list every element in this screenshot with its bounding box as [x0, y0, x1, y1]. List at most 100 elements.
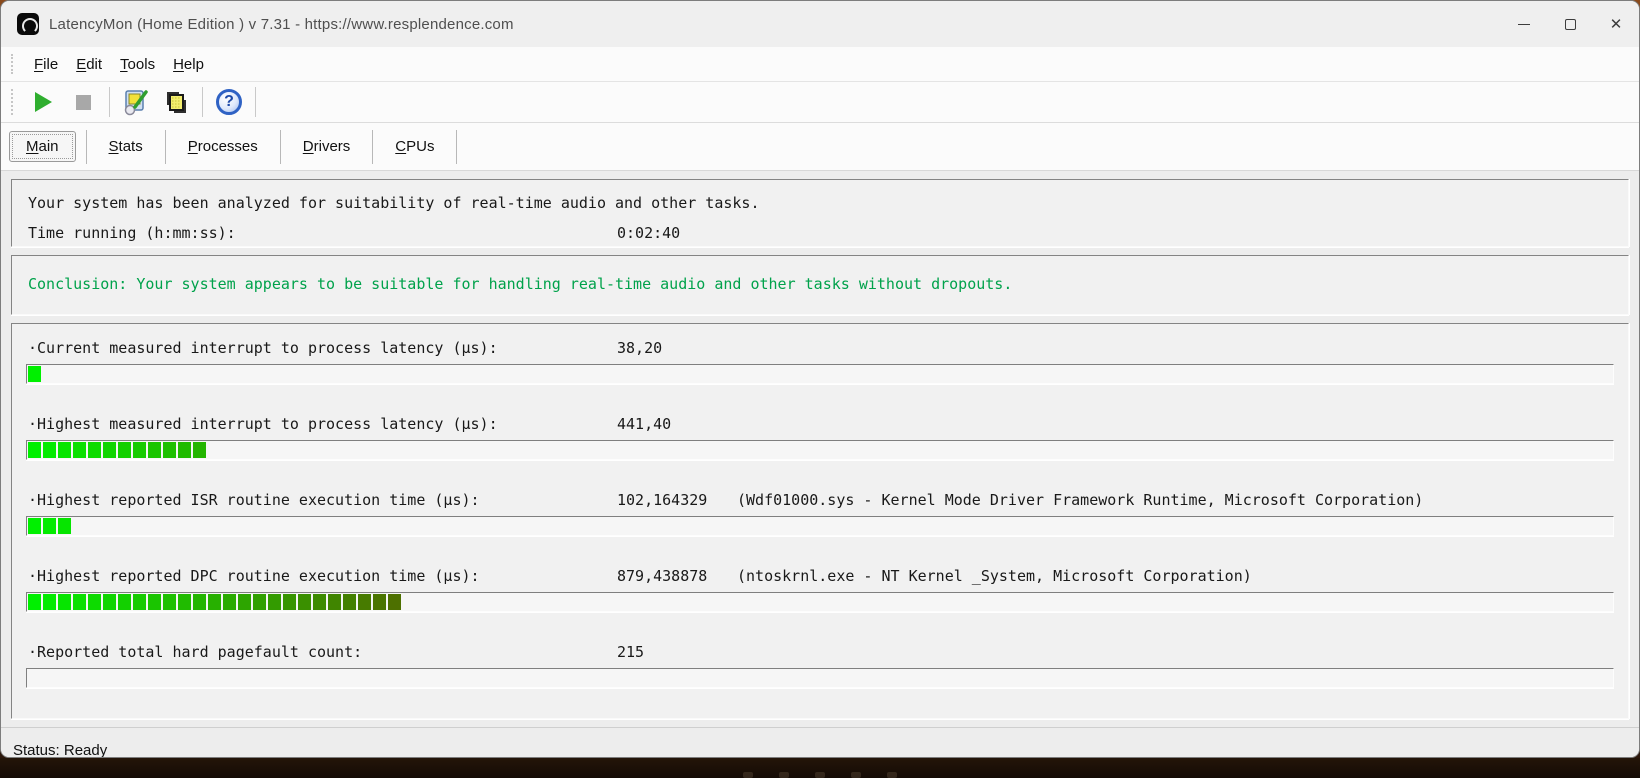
bar-segment	[73, 594, 86, 610]
options-icon	[124, 90, 148, 116]
bar-segment	[133, 442, 146, 458]
taskbar-icon	[743, 772, 753, 778]
analysis-panel: Your system has been analyzed for suitab…	[11, 179, 1629, 247]
tab-separator	[164, 129, 166, 164]
copy-pages-icon	[167, 92, 186, 113]
taskbar-icon	[815, 772, 825, 778]
bar-segment	[28, 442, 41, 458]
measurement-label: ·Reported total hard pagefault count:	[28, 643, 363, 661]
measurement-row: ·Highest reported DPC routine execution …	[26, 564, 1614, 612]
bar-segment	[208, 594, 221, 610]
bar-segment	[43, 518, 56, 534]
bar-segment	[178, 442, 191, 458]
help-icon: ?	[216, 89, 242, 115]
taskbar-icon	[887, 772, 897, 778]
measurement-value: 441,40	[617, 415, 672, 433]
tab-stats[interactable]: Stats	[93, 132, 159, 161]
measurement-value: 215	[617, 643, 645, 661]
menu-help[interactable]: Help	[164, 52, 213, 77]
window-title: LatencyMon (Home Edition ) v 7.31 - http…	[49, 15, 514, 33]
menu-bar: File Edit Tools Help	[1, 47, 1639, 81]
analysis-text: Your system has been analyzed for suitab…	[28, 194, 760, 212]
bar-segment	[73, 442, 86, 458]
measurement-bar	[26, 668, 1614, 688]
tab-separator	[372, 129, 374, 164]
measurement-label: ·Highest reported ISR routine execution …	[28, 491, 480, 509]
measurements-panel: ·Current measured interrupt to process l…	[11, 323, 1629, 719]
bar-segment	[58, 594, 71, 610]
bar-segment	[238, 594, 251, 610]
taskbar-icon	[851, 772, 861, 778]
tab-cpus[interactable]: CPUs	[379, 132, 450, 161]
measurement-row: ·Reported total hard pagefault count: 215	[26, 640, 1614, 688]
measurement-row: ·Current measured interrupt to process l…	[26, 336, 1614, 384]
tab-main[interactable]: Main	[9, 131, 76, 162]
measurement-note: (ntoskrnl.exe - NT Kernel _System, Micro…	[737, 567, 1252, 585]
minimize-button[interactable]	[1501, 1, 1547, 47]
bar-segment	[148, 594, 161, 610]
time-running-label: Time running (h:mm:ss):	[28, 224, 236, 242]
bar-segment	[163, 594, 176, 610]
tab-separator	[85, 129, 87, 164]
help-button[interactable]: ?	[209, 85, 249, 119]
minimize-icon	[1518, 23, 1530, 25]
bar-segment	[193, 594, 206, 610]
bar-segment	[118, 442, 131, 458]
bar-segment	[58, 518, 71, 534]
bar-segment	[148, 442, 161, 458]
title-bar: LatencyMon (Home Edition ) v 7.31 - http…	[1, 1, 1639, 47]
measurement-bar	[26, 516, 1614, 536]
latencymon-window: LatencyMon (Home Edition ) v 7.31 - http…	[0, 0, 1640, 758]
tab-separator	[279, 129, 281, 164]
bar-segment	[103, 594, 116, 610]
status-text: Status: Ready	[13, 742, 108, 758]
close-button[interactable]: ✕	[1593, 1, 1639, 47]
tab-strip: Main Stats Processes Drivers CPUs	[1, 123, 1639, 171]
bar-segment	[253, 594, 266, 610]
bar-segment	[328, 594, 341, 610]
bar-segment	[298, 594, 311, 610]
options-button[interactable]	[116, 85, 156, 119]
bar-segment	[118, 594, 131, 610]
toolbar-grip	[11, 89, 13, 115]
bar-segment	[343, 594, 356, 610]
bar-segment	[43, 442, 56, 458]
bar-segment	[388, 594, 401, 610]
measurement-value: 102,164329	[617, 491, 708, 509]
menu-tools[interactable]: Tools	[111, 52, 164, 77]
toolbar-separator	[202, 87, 203, 117]
tab-separator	[456, 129, 458, 164]
copy-report-button[interactable]	[156, 85, 196, 119]
tab-processes[interactable]: Processes	[172, 132, 274, 161]
bar-segment	[43, 594, 56, 610]
toolbar-separator	[255, 87, 256, 117]
toolbar-separator	[109, 87, 110, 117]
bar-segment	[373, 594, 386, 610]
measurement-value: 879,438878	[617, 567, 708, 585]
measurement-label: ·Highest reported DPC routine execution …	[28, 567, 480, 585]
conclusion-text: Conclusion: Your system appears to be su…	[28, 275, 1013, 293]
toolbar: ?	[1, 81, 1639, 123]
play-icon	[34, 92, 52, 112]
measurement-bar	[26, 440, 1614, 460]
conclusion-panel: Conclusion: Your system appears to be su…	[11, 255, 1629, 315]
close-icon: ✕	[1609, 15, 1623, 33]
bar-segment	[193, 442, 206, 458]
bar-segment	[58, 442, 71, 458]
taskbar-icon	[779, 772, 789, 778]
measurement-label: ·Current measured interrupt to process l…	[28, 339, 498, 357]
menu-file[interactable]: File	[25, 52, 67, 77]
bar-segment	[28, 594, 41, 610]
stop-monitor-button[interactable]	[63, 85, 103, 119]
bar-segment	[358, 594, 371, 610]
measurement-row: ·Highest measured interrupt to process l…	[26, 412, 1614, 460]
menu-edit[interactable]: Edit	[67, 52, 111, 77]
maximize-icon	[1564, 18, 1576, 30]
measurement-label: ·Highest measured interrupt to process l…	[28, 415, 498, 433]
bar-segment	[268, 594, 281, 610]
start-monitor-button[interactable]	[23, 85, 63, 119]
time-running-value: 0:02:40	[617, 224, 681, 242]
tab-drivers[interactable]: Drivers	[287, 132, 367, 161]
maximize-button[interactable]	[1547, 1, 1593, 47]
measurement-bar	[26, 364, 1614, 384]
